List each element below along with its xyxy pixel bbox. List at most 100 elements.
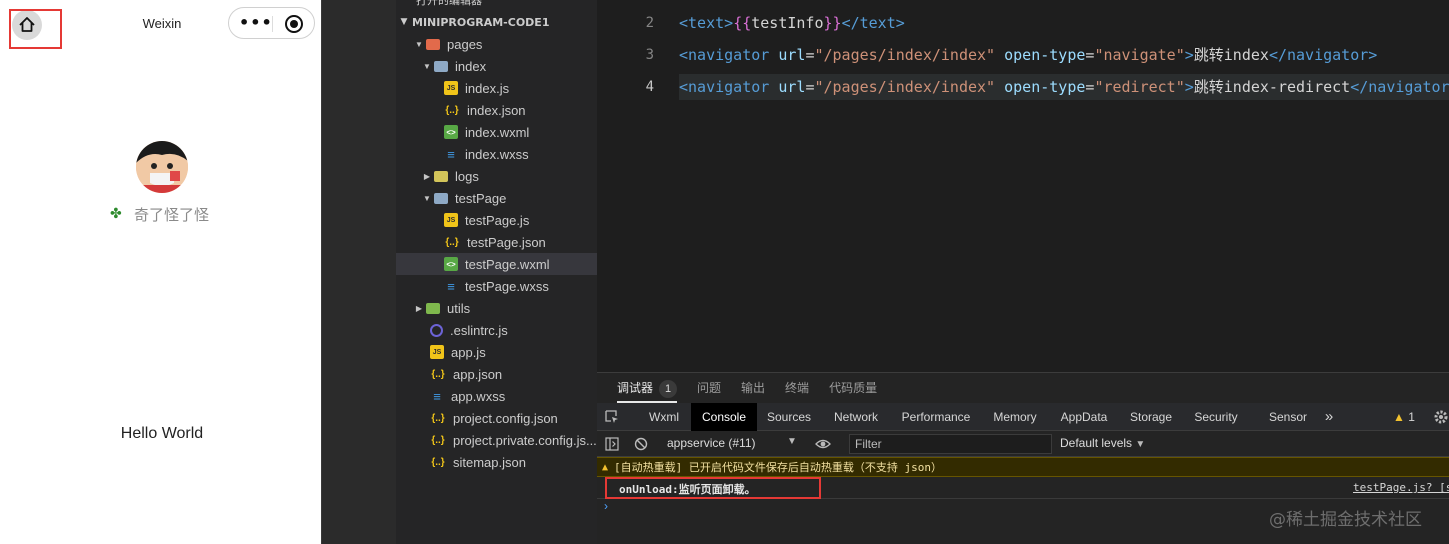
tab-output[interactable]: 输出 (741, 373, 765, 403)
tree-file-eslintrc[interactable]: .eslintrc.js (396, 319, 597, 341)
tree-label: utils (447, 300, 471, 316)
gear-icon[interactable] (1433, 409, 1449, 425)
dropdown-arrow-icon: ▼ (787, 436, 797, 447)
chevron-down-icon: ▼ (423, 193, 431, 203)
tab-appdata[interactable]: AppData (1053, 403, 1115, 431)
open-editors-header[interactable]: 打开的编辑器 (416, 0, 536, 8)
sidebar-toggle-icon[interactable] (605, 437, 619, 451)
inspect-element-icon[interactable] (605, 410, 619, 424)
eye-icon[interactable] (815, 437, 831, 451)
tree-file-index-wxss[interactable]: ≡ index.wxss (396, 143, 597, 165)
debugger-count-badge: 1 (659, 380, 678, 398)
log-source-link[interactable]: testPage.js? [s (1353, 481, 1449, 494)
tree-folder-pages[interactable]: ▼ pages (396, 33, 597, 55)
tab-security[interactable]: Security (1188, 403, 1244, 431)
tree-label: testPage.wxml (465, 256, 550, 272)
tree-folder-logs[interactable]: ▶ logs (396, 165, 597, 187)
more-icon[interactable]: ••• (239, 15, 273, 31)
panel-tab-bar: Wxml Console Sources Network Performance… (597, 403, 1449, 431)
tab-console[interactable]: Console (691, 403, 757, 431)
tree-file-index-json[interactable]: {..} index.json (396, 99, 597, 121)
line-number: 4 (645, 79, 654, 95)
tree-file-testpage-json[interactable]: {..} testPage.json (396, 231, 597, 253)
tree-file-project-private-config[interactable]: {..} project.private.config.js... (396, 429, 597, 451)
js-file-icon: JS (444, 81, 458, 95)
tree-folder-index[interactable]: ▼ index (396, 55, 597, 77)
highlight-box-home (9, 9, 62, 49)
json-file-icon: {..} (431, 412, 445, 424)
file-explorer: 打开的编辑器 ▼ MINIPROGRAM-CODE1 ▼ pages ▼ ind… (322, 0, 597, 544)
folder-icon (426, 302, 440, 314)
chevron-right-icon: ▶ (415, 303, 423, 313)
tab-terminal[interactable]: 终端 (785, 373, 809, 403)
tree-label: index.js (465, 80, 510, 96)
dropdown-arrow-icon: ▼ (1135, 439, 1146, 450)
tree-file-project-config[interactable]: {..} project.config.json (396, 407, 597, 429)
tree-file-app-js[interactable]: JS app.js (396, 341, 597, 363)
nickname-row: ✤ 奇了怪了怪 (110, 204, 240, 224)
code-line[interactable]: 2 <text>{{testInfo}}</text> (597, 10, 1449, 36)
tab-memory[interactable]: Memory (987, 403, 1043, 431)
json-file-icon: {..} (431, 456, 445, 468)
tab-code-quality[interactable]: 代码质量 (829, 373, 877, 403)
warning-message: [自动热重载] 已开启代码文件保存后自动热重载（不支持 json） (614, 461, 943, 474)
code-line[interactable]: 3 <navigator url="/pages/index/index" op… (597, 42, 1449, 68)
simulator-navbar: Weixin ••• (0, 0, 322, 50)
console-prompt[interactable]: › (604, 499, 608, 513)
tree-file-testpage-js[interactable]: JS testPage.js (396, 209, 597, 231)
tree-file-index-js[interactable]: JS index.js (396, 77, 597, 99)
warning-counter[interactable]: ▲ 1 (1387, 403, 1421, 431)
user-nickname: 奇了怪了怪 (134, 205, 210, 224)
simulator-panel: Weixin ••• ✤ 奇了怪了怪 Hello World (0, 0, 322, 544)
warning-icon: ▲ (602, 461, 609, 473)
close-miniprogram-icon[interactable] (285, 15, 303, 33)
capsule-menu: ••• (228, 7, 315, 39)
context-select[interactable]: appservice (#11) ▼ (667, 436, 797, 450)
warning-icon: ▲ (1393, 410, 1405, 424)
more-tabs-icon[interactable]: » (1319, 403, 1339, 431)
project-header[interactable]: ▼ MINIPROGRAM-CODE1 (396, 12, 597, 32)
tree-label: pages (447, 36, 483, 52)
js-file-icon: JS (430, 345, 444, 359)
tree-label: index.wxml (465, 124, 530, 140)
tab-wxml[interactable]: Wxml (640, 403, 688, 431)
tab-sources[interactable]: Sources (761, 403, 817, 431)
filter-input[interactable]: Filter (849, 434, 1052, 454)
project-name: MINIPROGRAM-CODE1 (412, 15, 550, 29)
tree-file-testpage-wxss[interactable]: ≡ testPage.wxss (396, 275, 597, 297)
tree-file-index-wxml[interactable]: <> index.wxml (396, 121, 597, 143)
tree-label: app.wxss (451, 388, 506, 404)
console-warning-row: ▲ [自动热重载] 已开启代码文件保存后自动热重载（不支持 json） (597, 457, 1449, 477)
tree-label: testPage.wxss (465, 278, 549, 294)
tab-problems[interactable]: 问题 (697, 373, 721, 403)
tree-file-testpage-wxml[interactable]: <> testPage.wxml (396, 253, 597, 275)
wxss-file-icon: ≡ (447, 146, 455, 162)
wxml-file-icon: <> (444, 257, 458, 271)
explorer-gutter (322, 0, 396, 544)
tree-folder-testpage[interactable]: ▼ testPage (396, 187, 597, 209)
tab-storage[interactable]: Storage (1124, 403, 1178, 431)
tree-file-app-json[interactable]: {..} app.json (396, 363, 597, 385)
json-file-icon: {..} (445, 236, 459, 248)
tab-network[interactable]: Network (827, 403, 885, 431)
clear-console-icon[interactable] (634, 437, 648, 451)
tab-sensor[interactable]: Sensor (1264, 403, 1312, 431)
json-file-icon: {..} (431, 434, 445, 446)
json-file-icon: {..} (445, 104, 459, 116)
tree-file-app-wxss[interactable]: ≡ app.wxss (396, 385, 597, 407)
tree-file-sitemap[interactable]: {..} sitemap.json (396, 451, 597, 473)
chevron-down-icon: ▼ (423, 61, 431, 71)
tree-label: testPage (455, 190, 507, 206)
tree-label: index.json (467, 102, 526, 118)
log-levels-select[interactable]: Default levels ▼ (1060, 436, 1145, 450)
avatar (136, 141, 188, 193)
code-editor[interactable]: 2 <text>{{testInfo}}</text> 3 <navigator… (597, 0, 1449, 372)
tab-performance[interactable]: Performance (895, 403, 977, 431)
tree-label: app.js (451, 344, 486, 360)
console-toolbar: appservice (#11) ▼ Filter Default levels… (597, 431, 1449, 457)
devtools-window: Weixin ••• ✤ 奇了怪了怪 Hello World 打开的编辑器 ▼ … (0, 0, 1449, 544)
folder-open-icon (434, 60, 448, 72)
tab-debugger[interactable]: 调试器 1 (617, 373, 678, 403)
tree-folder-utils[interactable]: ▶ utils (396, 297, 597, 319)
code-line-current[interactable]: 4 <navigator url="/pages/index/index" op… (597, 74, 1449, 100)
